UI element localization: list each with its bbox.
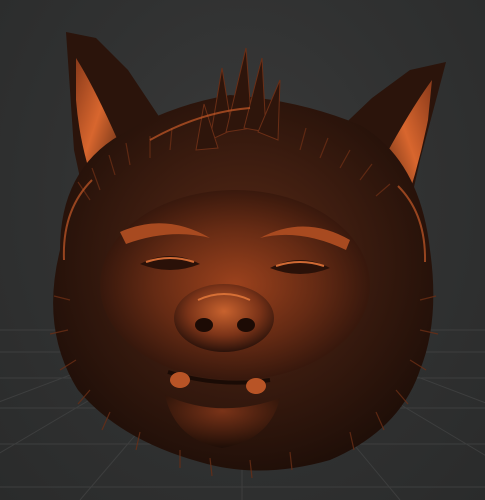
sculpted-creature-head[interactable] bbox=[0, 0, 485, 500]
snout bbox=[174, 284, 274, 352]
right-fang bbox=[246, 378, 266, 394]
left-fang bbox=[170, 372, 190, 388]
3d-viewport[interactable] bbox=[0, 0, 485, 500]
